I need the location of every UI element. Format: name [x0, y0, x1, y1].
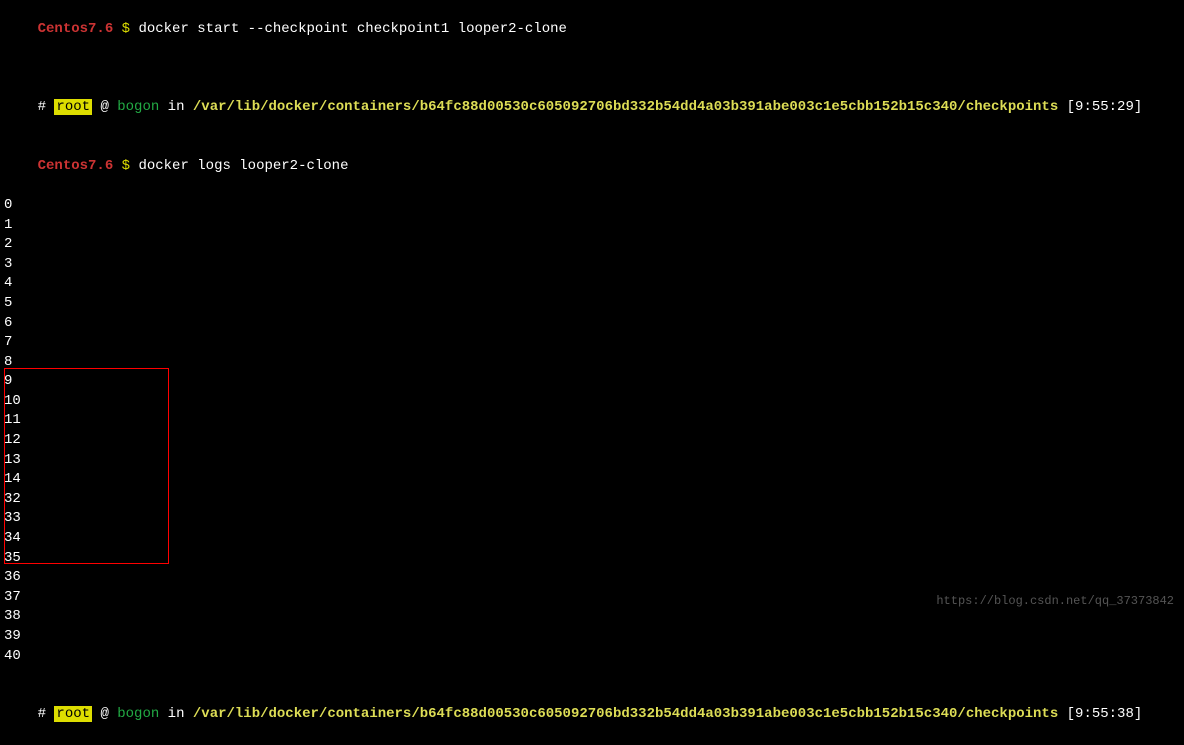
output-line: 33 — [0, 509, 1184, 529]
blank-line — [0, 666, 1184, 686]
prompt-label: Centos7.6 — [38, 21, 114, 37]
command-line-2: Centos7.6 $ docker logs looper2-clone — [0, 137, 1184, 196]
output-line: 40 — [0, 647, 1184, 667]
hash-symbol: # — [38, 706, 46, 722]
hostname: bogon — [117, 706, 159, 722]
command-text: docker start --checkpoint checkpoint1 lo… — [138, 21, 566, 37]
timestamp: [9:55:29] — [1067, 99, 1143, 115]
output-line: 1 — [0, 216, 1184, 236]
output-line: 3 — [0, 255, 1184, 275]
prompt-dollar: $ — [122, 21, 130, 37]
watermark-text: https://blog.csdn.net/qq_37373842 — [936, 593, 1174, 610]
user-root: root — [54, 99, 92, 115]
output-line: 36 — [0, 568, 1184, 588]
in-text: in — [168, 99, 185, 115]
output-line: 14 — [0, 470, 1184, 490]
prompt-line-2: # root @ bogon in /var/lib/docker/contai… — [0, 686, 1184, 745]
hash-symbol: # — [38, 99, 46, 115]
prompt-label: Centos7.6 — [38, 158, 114, 174]
path-text: /var/lib/docker/containers/b64fc88d00530… — [193, 706, 1058, 722]
output-line: 34 — [0, 529, 1184, 549]
output-line: 38 — [0, 607, 1184, 627]
output-line: 0 — [0, 196, 1184, 216]
output-line: 2 — [0, 235, 1184, 255]
output-line: 13 — [0, 451, 1184, 471]
path-text: /var/lib/docker/containers/b64fc88d00530… — [193, 99, 1058, 115]
hostname: bogon — [117, 99, 159, 115]
output-line: 8 — [0, 353, 1184, 373]
timestamp: [9:55:38] — [1067, 706, 1143, 722]
output-line: 5 — [0, 294, 1184, 314]
prompt-dollar: $ — [122, 158, 130, 174]
prompt-line-1: # root @ bogon in /var/lib/docker/contai… — [0, 78, 1184, 137]
terminal-container[interactable]: Centos7.6 $ docker start --checkpoint ch… — [0, 0, 1184, 622]
user-root: root — [54, 706, 92, 722]
at-symbol: @ — [100, 99, 108, 115]
output-line: 12 — [0, 431, 1184, 451]
output-line: 35 — [0, 549, 1184, 569]
at-symbol: @ — [100, 706, 108, 722]
command-line-1: Centos7.6 $ docker start --checkpoint ch… — [0, 0, 1184, 59]
command-text: docker logs looper2-clone — [138, 158, 348, 174]
output-line: 9 — [0, 372, 1184, 392]
in-text: in — [168, 706, 185, 722]
output-line: 6 — [0, 314, 1184, 334]
output-line: 39 — [0, 627, 1184, 647]
output-line: 4 — [0, 274, 1184, 294]
output-line: 7 — [0, 333, 1184, 353]
output-line: 11 — [0, 411, 1184, 431]
blank-line — [0, 59, 1184, 79]
output-line: 32 — [0, 490, 1184, 510]
output-line: 10 — [0, 392, 1184, 412]
